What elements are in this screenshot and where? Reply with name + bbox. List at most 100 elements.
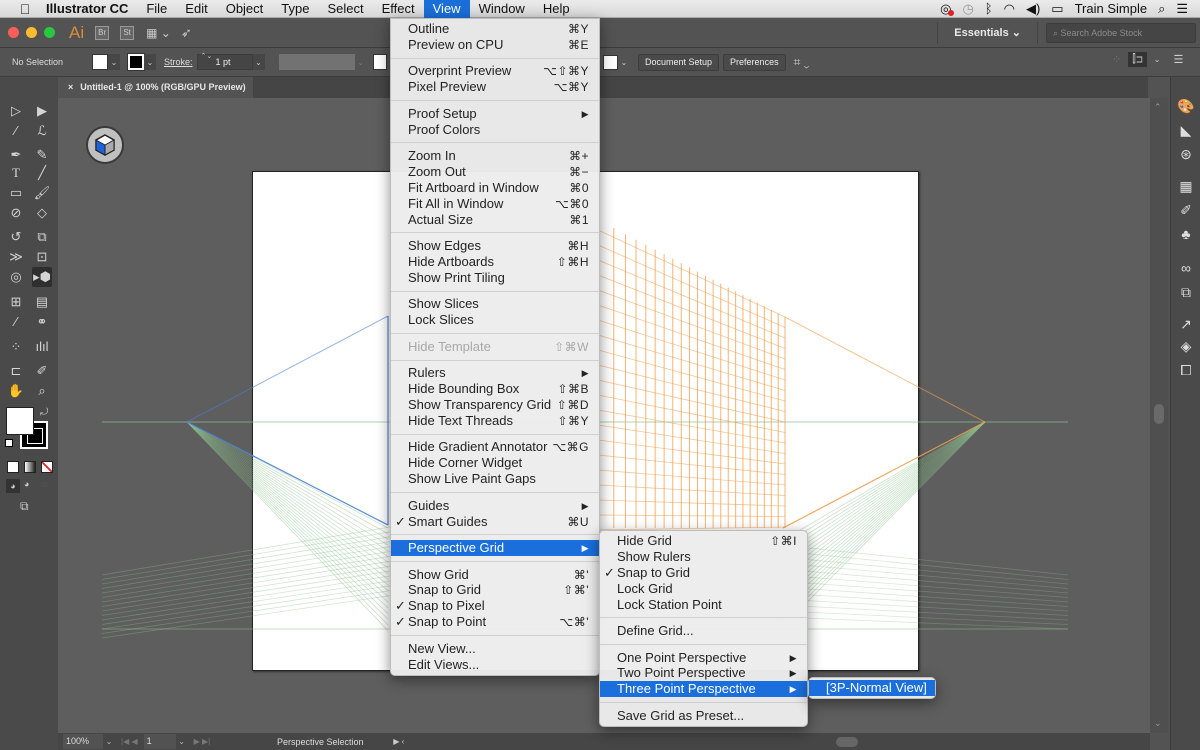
- menu-item-hide-corner-widget[interactable]: Hide Corner Widget: [391, 455, 599, 471]
- selection-tool-icon[interactable]: ▷: [6, 101, 26, 121]
- zoom-window-button[interactable]: [44, 27, 55, 38]
- menu-effect[interactable]: Effect: [373, 0, 424, 18]
- type-tool-icon[interactable]: T: [6, 163, 26, 183]
- menu-item-show-grid[interactable]: Show Grid ⌘': [391, 567, 599, 583]
- menu-item-smart-guides[interactable]: ✓ Smart Guides ⌘U: [391, 514, 599, 530]
- direct-selection-tool-icon[interactable]: ▶: [32, 101, 52, 121]
- menu-item-3p-normal-view[interactable]: [3P-Normal View]: [809, 680, 935, 696]
- eyedropper-tool-icon[interactable]: ⁄: [6, 312, 26, 332]
- menu-item-hide-artboards[interactable]: Hide Artboards ⇧⌘H: [391, 254, 599, 270]
- document-tab[interactable]: × Untitled-1 @ 100% (RGB/GPU Preview): [58, 77, 253, 98]
- draw-inside-icon[interactable]: ◌: [42, 479, 47, 489]
- zoom-level-field[interactable]: 100%: [63, 734, 103, 749]
- graph-tool-icon[interactable]: ılıl: [32, 337, 52, 357]
- menu-edit[interactable]: Edit: [176, 0, 216, 18]
- menu-item-define-grid[interactable]: Define Grid...: [600, 623, 807, 639]
- menu-item-outline[interactable]: Outline ⌘Y: [391, 21, 599, 37]
- artboard-dropdown[interactable]: ⌄: [176, 737, 188, 746]
- hand-tool-icon[interactable]: ✋: [6, 381, 26, 401]
- apple-icon[interactable]: : [14, 1, 36, 17]
- cc-libraries-icon[interactable]: ∞: [1175, 257, 1197, 279]
- menu-window[interactable]: Window: [470, 0, 534, 18]
- horizontal-scroll-thumb[interactable]: [836, 737, 858, 747]
- close-window-button[interactable]: [8, 27, 19, 38]
- stroke-label[interactable]: Stroke:: [164, 57, 193, 67]
- menu-view[interactable]: View: [423, 0, 470, 18]
- menu-item-zoom-out[interactable]: Zoom Out ⌘−: [391, 164, 599, 180]
- menu-item-snap-to-grid[interactable]: ✓ Snap to Grid: [600, 565, 807, 581]
- select-similar-icon[interactable]: ⌗ ⌄: [794, 55, 810, 70]
- color-panel-icon[interactable]: 🎨: [1175, 95, 1197, 117]
- line-tool-icon[interactable]: ╱: [32, 163, 52, 183]
- variable-width-profile[interactable]: [278, 54, 355, 70]
- menu-item-lock-station-point[interactable]: Lock Station Point: [600, 597, 807, 613]
- screen-mode-icon[interactable]: ⧉: [20, 499, 29, 514]
- menu-item-show-rulers[interactable]: Show Rulers: [600, 549, 807, 565]
- magic-wand-tool-icon[interactable]: ⁄: [6, 121, 26, 141]
- menu-item-fit-artboard-in-window[interactable]: Fit Artboard in Window ⌘0: [391, 180, 599, 196]
- menu-item-show-live-paint-gaps[interactable]: Show Live Paint Gaps: [391, 471, 599, 487]
- adobe-stock-search-input[interactable]: ⌕ Search Adobe Stock: [1046, 22, 1196, 43]
- gradient-tool-icon[interactable]: ▤: [32, 292, 52, 312]
- menu-item-snap-to-pixel[interactable]: ✓ Snap to Pixel: [391, 598, 599, 614]
- menu-item-two-point-perspective[interactable]: Two Point Perspective ▶: [600, 665, 807, 681]
- layers-icon[interactable]: ◈: [1175, 335, 1197, 357]
- blend-tool-icon[interactable]: ⚭: [32, 312, 52, 332]
- menu-item-save-grid-as-preset[interactable]: Save Grid as Preset...: [600, 708, 807, 724]
- export-icon[interactable]: ↗: [1175, 313, 1197, 335]
- scroll-up-icon[interactable]: ⌃: [1154, 102, 1162, 113]
- menu-item-one-point-perspective[interactable]: One Point Perspective ▶: [600, 650, 807, 666]
- menu-type[interactable]: Type: [272, 0, 318, 18]
- user-name[interactable]: Train Simple: [1075, 1, 1147, 16]
- symbol-sprayer-tool-icon[interactable]: ⁘: [6, 337, 26, 357]
- status-menu-icon[interactable]: ▶ ‹: [393, 737, 404, 746]
- workspace-switcher[interactable]: Essentials ⌄: [937, 21, 1038, 44]
- menu-item-actual-size[interactable]: Actual Size ⌘1: [391, 212, 599, 228]
- color-mode-icon[interactable]: [7, 461, 19, 473]
- menu-item-hide-gradient-annotator[interactable]: Hide Gradient Annotator ⌥⌘G: [391, 439, 599, 455]
- shaper-tool-icon[interactable]: ⊘: [6, 203, 26, 223]
- rotate-tool-icon[interactable]: ↺: [6, 227, 26, 247]
- wifi-icon[interactable]: ◠: [1004, 1, 1015, 17]
- volume-icon[interactable]: ◀): [1026, 1, 1040, 17]
- artboard-number-field[interactable]: 1: [143, 734, 176, 749]
- menu-object[interactable]: Object: [217, 0, 273, 18]
- fill-color-box[interactable]: [6, 407, 34, 435]
- stroke-dropdown-chevron[interactable]: ⌄: [144, 54, 156, 70]
- mesh-tool-icon[interactable]: ⊞: [6, 292, 26, 312]
- document-setup-button[interactable]: Document Setup: [638, 54, 720, 71]
- menu-item-proof-setup[interactable]: Proof Setup ▶: [391, 106, 599, 122]
- brush-definition[interactable]: [372, 54, 387, 70]
- artboards-icon[interactable]: ⧠: [1175, 359, 1197, 381]
- align-panel-icon[interactable]: ⫿⊐: [1128, 52, 1147, 67]
- style-dropdown[interactable]: ⌄: [618, 55, 630, 71]
- menu-item-show-edges[interactable]: Show Edges ⌘H: [391, 238, 599, 254]
- asset-export-icon[interactable]: ⧉: [1175, 281, 1197, 303]
- menu-item-perspective-grid[interactable]: Perspective Grid ▶: [391, 540, 599, 556]
- menu-item-pixel-preview[interactable]: Pixel Preview ⌥⌘Y: [391, 79, 599, 95]
- menu-item-lock-slices[interactable]: Lock Slices: [391, 312, 599, 328]
- zoom-tool-icon[interactable]: ⌕: [32, 381, 52, 401]
- menu-item-lock-grid[interactable]: Lock Grid: [600, 581, 807, 597]
- menu-item-snap-to-point[interactable]: ✓ Snap to Point ⌥⌘': [391, 614, 599, 630]
- swatches-icon[interactable]: ▦: [1175, 175, 1197, 197]
- draw-behind-icon[interactable]: ◕: [24, 479, 29, 489]
- profile-dropdown[interactable]: ⌄: [355, 54, 367, 70]
- spotlight-icon[interactable]: ⌕: [1158, 1, 1165, 17]
- menu-select[interactable]: Select: [318, 0, 372, 18]
- brushes-icon[interactable]: ✐: [1175, 199, 1197, 221]
- stroke-swatch[interactable]: [127, 53, 145, 71]
- perspective-selection-tool-icon[interactable]: ▸⬢: [32, 267, 52, 287]
- swap-colors-icon[interactable]: ⤾: [40, 407, 48, 418]
- menu-item-three-point-perspective[interactable]: Three Point Perspective ▶: [600, 681, 807, 698]
- status-text[interactable]: Perspective Selection: [255, 737, 385, 747]
- menu-item-guides[interactable]: Guides ▶: [391, 498, 599, 514]
- stroke-weight-input[interactable]: 1 pt: [196, 53, 253, 70]
- plane-switching-widget[interactable]: [86, 126, 124, 164]
- scale-tool-icon[interactable]: ⧉: [32, 227, 52, 247]
- battery-icon[interactable]: ▭: [1051, 1, 1063, 17]
- none-mode-icon[interactable]: [41, 461, 53, 473]
- vertical-scroll-thumb[interactable]: [1154, 404, 1164, 424]
- lasso-tool-icon[interactable]: ℒ: [32, 121, 52, 141]
- eraser-tool-icon[interactable]: ◇: [32, 203, 52, 223]
